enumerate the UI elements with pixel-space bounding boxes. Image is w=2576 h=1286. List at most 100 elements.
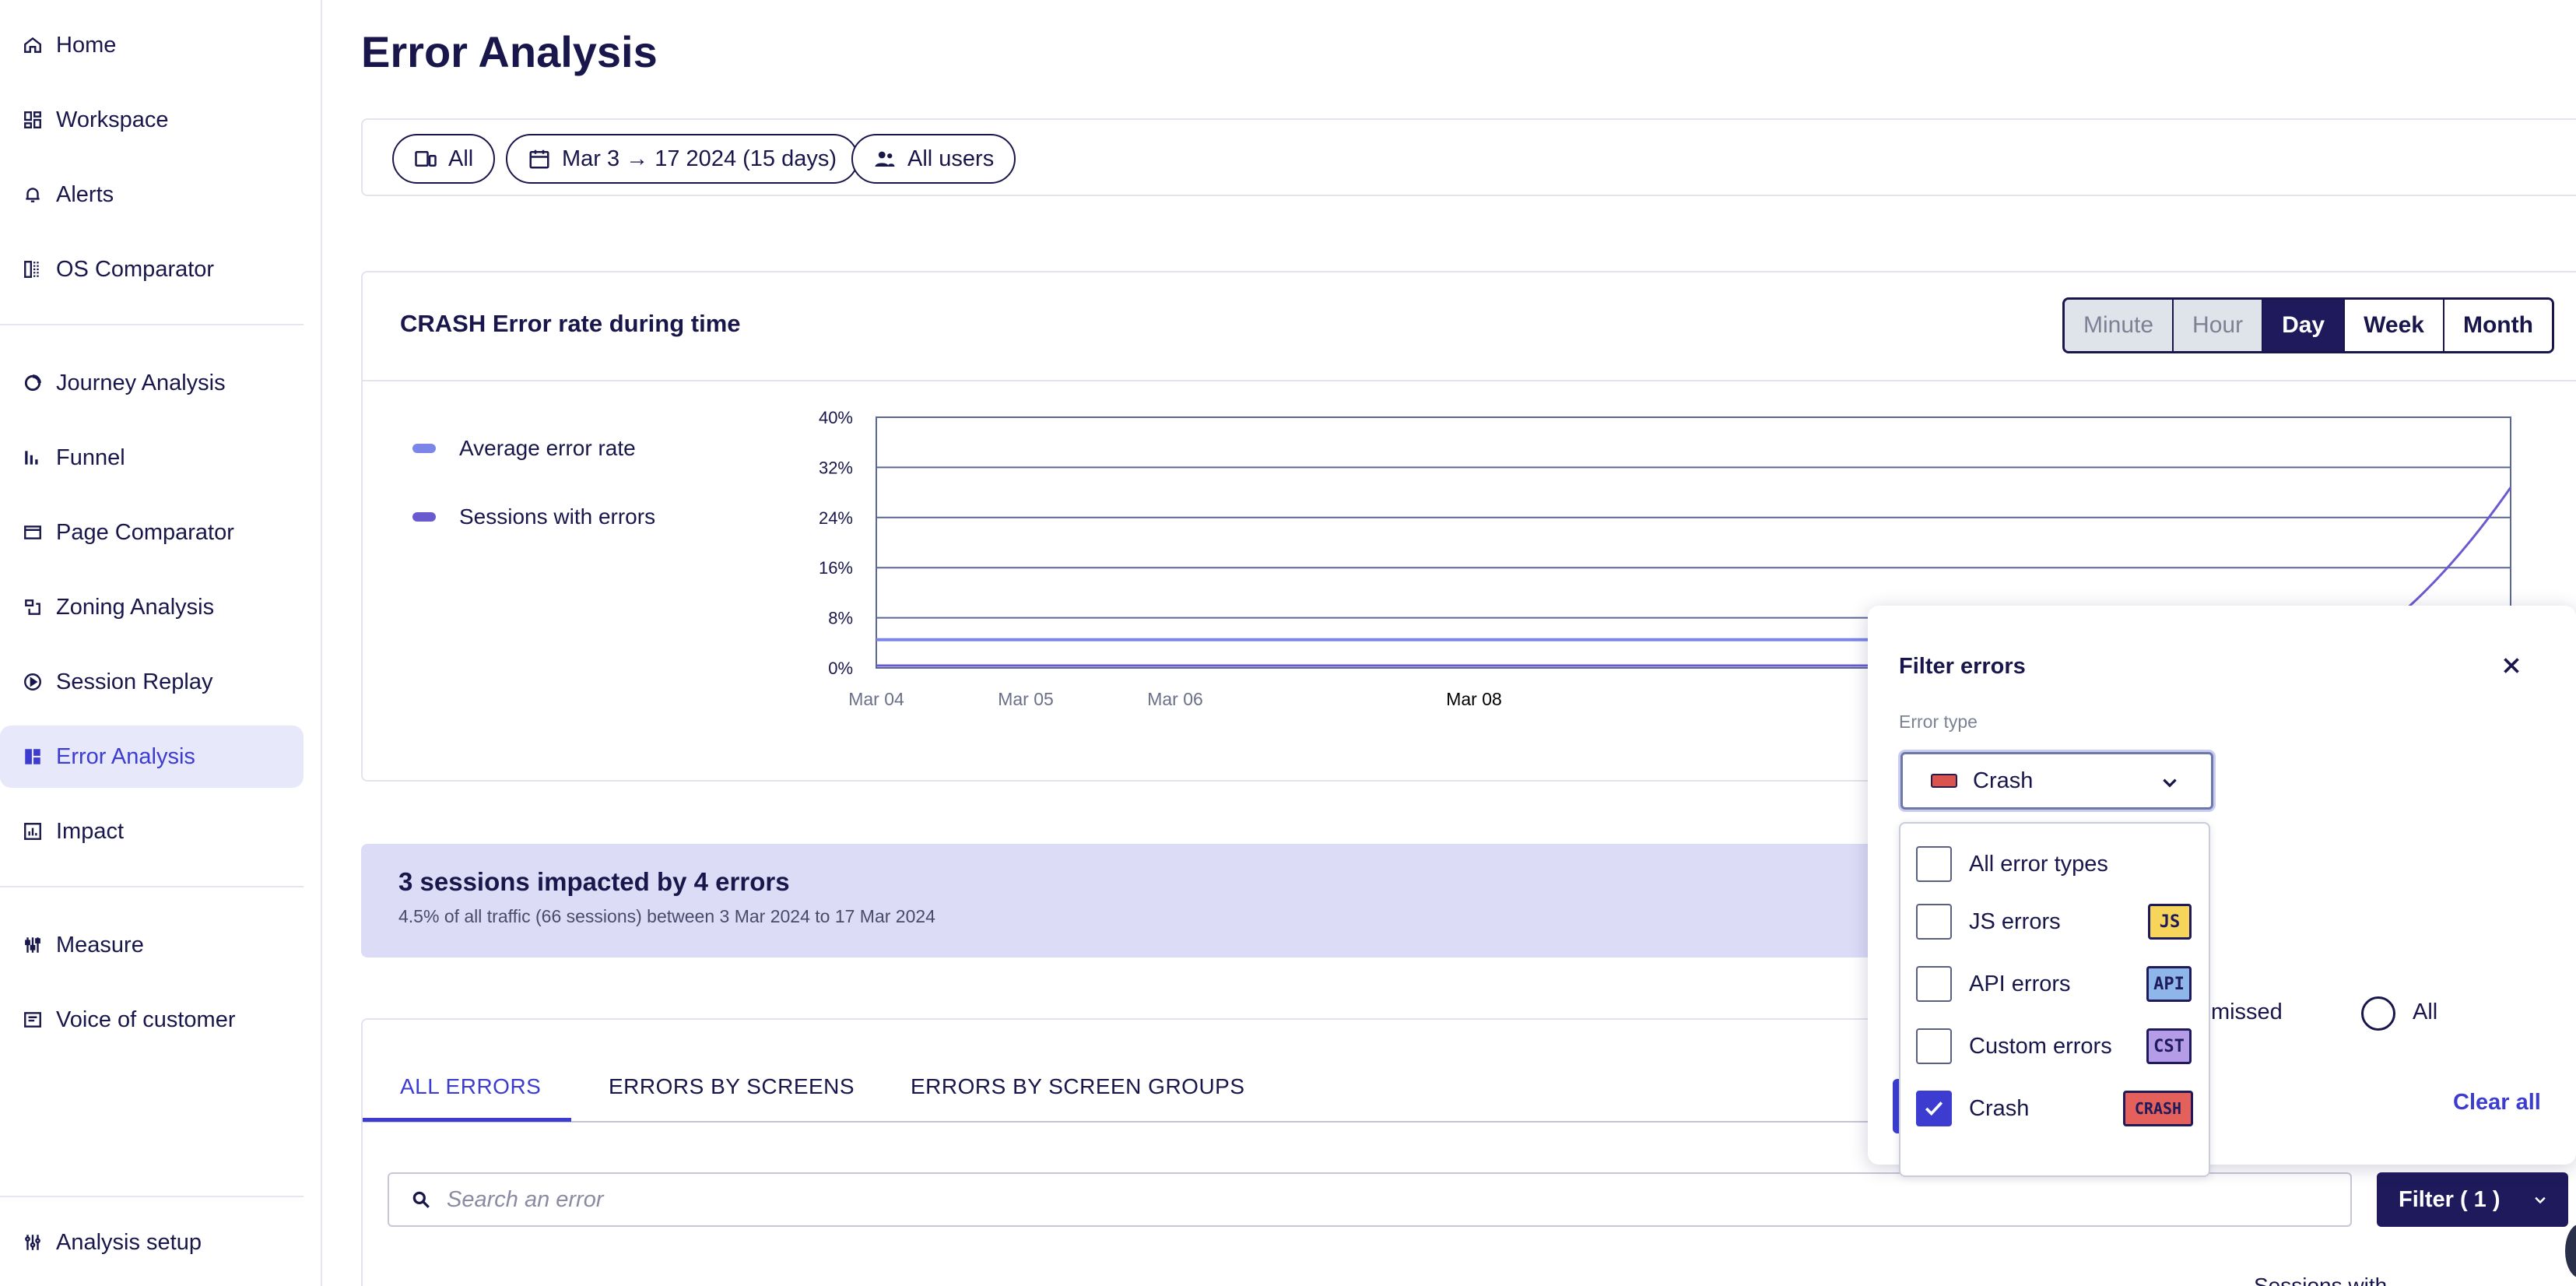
sidebar-item-impact[interactable]: Impact [0,800,304,863]
sidebar-item-os-comparator[interactable]: OS Comparator [0,238,304,300]
search-icon [412,1191,430,1208]
legend-item-average-error-rate[interactable]: Average error rate [412,436,636,461]
search-input[interactable] [447,1186,2237,1213]
legend-swatch [412,444,436,453]
sidebar-item-voice-of-customer[interactable]: Voice of customer [0,989,304,1051]
granularity-month-button[interactable]: Month [2444,300,2552,351]
users-filter-label: All users [907,146,995,171]
sidebar-item-alerts[interactable]: Alerts [0,163,304,226]
option-api-errors[interactable]: API errors API [1900,953,2209,1015]
impact-icon [22,820,44,842]
checkbox-checked[interactable] [1916,1091,1952,1126]
users-icon [875,151,895,167]
device-filter-label: All [448,146,474,171]
granularity-toggle: Minute Hour Day Week Month [2062,297,2554,353]
granularity-hour-button[interactable]: Hour [2174,300,2264,351]
play-icon [22,671,44,693]
date-range-label: Mar 3 → 17 2024 (15 days) [562,146,837,171]
status-all-label: All [2413,1000,2438,1024]
sessions-column-header: Sessions with [2254,1274,2388,1286]
y-tick-label: 40% [819,408,853,427]
checkbox[interactable] [1916,904,1952,940]
status-all-radio[interactable] [2361,996,2395,1031]
option-js-errors[interactable]: JS errors JS [1900,891,2209,953]
sidebar-item-zoning-analysis[interactable]: Zoning Analysis [0,576,304,638]
close-icon[interactable] [2498,652,2525,679]
granularity-minute-button[interactable]: Minute [2065,300,2174,351]
sidebar-item-label: Impact [56,818,125,844]
error-type-label: Error type [1899,712,1978,732]
sidebar-item-page-comparator[interactable]: Page Comparator [0,501,304,564]
bell-icon [22,184,44,206]
summary-title: 3 sessions impacted by 4 errors [398,867,790,896]
sidebar-item-journey-analysis[interactable]: Journey Analysis [0,352,304,414]
sidebar-item-home[interactable]: Home [0,14,304,76]
option-crash[interactable]: Crash CRASH [1900,1077,2209,1140]
legend-swatch [412,512,436,522]
sidebar-item-label: Zoning Analysis [56,594,215,620]
tab-errors-by-screen-groups[interactable]: ERRORS BY SCREEN GROUPS [911,1074,1245,1099]
filter-button[interactable]: Filter ( 1 ) [2377,1172,2568,1227]
option-label: Crash [1969,1095,2030,1121]
granularity-day-button[interactable]: Day [2263,300,2346,351]
legend-item-sessions-with-errors[interactable]: Sessions with errors [412,504,655,529]
granularity-week-button[interactable]: Week [2345,300,2444,351]
y-tick-label: 32% [819,458,853,477]
filter-bar: All Mar 3 → 17 2024 (15 days) All users [361,118,2576,196]
api-badge-icon: API [2146,966,2192,1002]
summary-subtitle: 4.5% of all traffic (66 sessions) betwee… [398,906,935,926]
voice-icon [22,1009,44,1031]
sidebar-divider [0,886,304,887]
sidebar-item-label: Journey Analysis [56,370,226,395]
checkbox[interactable] [1916,1028,1952,1064]
x-tick-label: Mar 04 [848,689,904,709]
custom-badge-icon: CST [2146,1028,2192,1064]
device-filter-chip[interactable]: All [392,134,496,184]
option-label: All error types [1969,851,2108,877]
sidebar-item-session-replay[interactable]: Session Replay [0,651,304,713]
date-range-chip[interactable]: Mar 3 → 17 2024 (15 days) [506,134,859,184]
y-tick-label: 16% [819,558,853,578]
home-icon [22,34,44,56]
sidebar-item-label: Analysis setup [56,1229,202,1255]
sidebar-item-analysis-setup[interactable]: Analysis setup [0,1211,304,1274]
y-tick-label: 8% [828,609,853,628]
sidebar-item-label: Funnel [56,444,125,470]
js-badge-icon: JS [2148,904,2192,940]
sidebar-item-label: OS Comparator [56,256,215,282]
x-tick-label: Mar 06 [1147,689,1203,709]
sidebar-item-label: Session Replay [56,669,213,694]
os-comparator-icon [22,258,44,280]
error-type-dropdown: All error types JS errors JS API errors … [1899,822,2210,1177]
sidebar-item-error-analysis[interactable]: Error Analysis [0,726,304,788]
page-comparator-icon [22,522,44,543]
measure-icon [22,934,44,956]
error-type-select[interactable]: Crash [1900,752,2213,810]
option-all-error-types[interactable]: All error types [1900,833,2209,895]
clear-all-button[interactable]: Clear all [2453,1090,2541,1116]
checkmark-icon [1925,1102,1943,1116]
y-tick-label: 24% [819,508,853,528]
legend-label: Sessions with errors [459,504,656,529]
chart-title: CRASH Error rate during time [400,310,741,337]
page-title: Error Analysis [361,27,658,76]
sidebar-item-measure[interactable]: Measure [0,914,304,976]
sidebar-item-workspace[interactable]: Workspace [0,89,304,151]
sidebar-item-label: Voice of customer [56,1007,236,1032]
chart-header: CRASH Error rate during time Minute Hour… [363,272,2576,381]
y-tick-label: 0% [828,659,853,678]
x-tick-label: Mar 05 [998,689,1054,709]
popover-title: Filter errors [1899,654,2026,679]
sidebar-item-funnel[interactable]: Funnel [0,427,304,489]
checkbox[interactable] [1916,966,1952,1002]
checkbox[interactable] [1916,846,1952,882]
funnel-icon [22,447,44,469]
option-label: Custom errors [1969,1033,2112,1059]
settings-sliders-icon [22,1232,44,1253]
option-custom-errors[interactable]: Custom errors CST [1900,1015,2209,1077]
tab-errors-by-screens[interactable]: ERRORS BY SCREENS [609,1074,855,1099]
sidebar-item-label: Workspace [56,107,169,132]
tab-all-errors[interactable]: ALL ERRORS [400,1074,541,1099]
error-analysis-icon [22,746,44,768]
users-filter-chip[interactable]: All users [851,134,1016,184]
